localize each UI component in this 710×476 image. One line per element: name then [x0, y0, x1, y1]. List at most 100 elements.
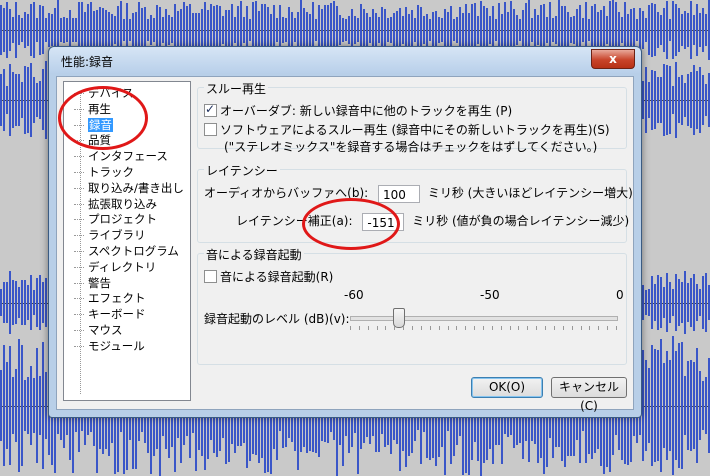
tree-item[interactable]: 録音 — [74, 117, 113, 132]
waveform-sample — [690, 359, 692, 452]
slider-tick — [509, 326, 511, 330]
waveform-sample — [426, 13, 428, 47]
overdub-checkbox[interactable] — [204, 102, 217, 117]
cancel-button[interactable]: キャンセル(C) — [551, 377, 627, 413]
waveform-sample — [21, 82, 23, 118]
waveform-sample — [438, 16, 440, 44]
waveform-sample — [21, 280, 23, 325]
waveform-sample — [654, 349, 656, 462]
slider-tick — [438, 326, 440, 330]
tree-item-label: スペクトログラム — [88, 244, 179, 258]
overdub-option[interactable]: オーバーダブ: 新しい録音中に他のトラックを再生 (P) — [204, 102, 512, 119]
waveform-sample — [702, 7, 704, 53]
waveform-sample — [129, 18, 131, 42]
tree-item[interactable]: トラック — [74, 165, 134, 179]
waveform-sample — [27, 376, 29, 435]
waveform-sample — [309, 13, 311, 47]
tree-item[interactable]: プロジェクト — [74, 212, 157, 226]
waveform-sample — [684, 83, 686, 117]
sound-activated-option[interactable]: 音による録音起動(R) — [204, 268, 333, 285]
tree-item[interactable]: 取り込み/書き出し — [74, 181, 184, 195]
dialog-titlebar[interactable]: 性能:録音 x — [49, 47, 641, 73]
waveform-sample — [342, 17, 344, 43]
tree-item[interactable]: 拡張取り込み — [74, 196, 157, 211]
waveform-sample — [294, 17, 296, 43]
tree-item[interactable]: モジュール — [74, 339, 145, 353]
scale-label-mid: -50 — [480, 288, 500, 302]
tree-item[interactable]: マウス — [74, 323, 123, 337]
level-slider-thumb[interactable] — [392, 308, 405, 328]
category-tree[interactable]: デバイス 再生 録音 品質インタフェース トラック取り込み/書き出し 拡張取り込み プロジェ… — [63, 81, 191, 401]
waveform-sample — [42, 5, 44, 55]
waveform-sample — [150, 14, 152, 46]
tree-item[interactable]: インタフェース — [74, 149, 168, 163]
tree-item[interactable]: キーボード — [74, 307, 146, 322]
tree-item-label: キーボード — [88, 307, 146, 322]
waveform-sample — [147, 19, 149, 41]
tree-item[interactable]: 警告 — [74, 276, 111, 290]
waveform-sample — [660, 338, 662, 473]
waveform-sample — [45, 372, 47, 439]
waveform-sample — [285, 18, 287, 42]
correction-label: レイテンシー補正(a): — [236, 214, 353, 228]
waveform-sample — [654, 4, 656, 56]
waveform-sample — [201, 9, 203, 51]
tree-item-label: 再生 — [88, 101, 111, 116]
software-playthrough-option[interactable]: ソフトウェアによるスルー再生 (録音中にその新しいトラックを再生)(S) — [204, 121, 610, 138]
tree-item[interactable]: デバイス — [74, 86, 134, 100]
waveform-sample — [258, 10, 260, 50]
buffer-input[interactable]: 100 — [378, 184, 421, 203]
waveform-sample — [39, 5, 41, 55]
waveform-sample — [645, 18, 647, 42]
waveform-sample — [306, 12, 308, 48]
tree-item[interactable]: ディレクトリ — [73, 260, 156, 274]
waveform-sample — [435, 11, 437, 49]
waveform-sample — [372, 8, 374, 52]
waveform-sample — [675, 274, 677, 331]
slider-tick — [545, 326, 547, 330]
sound-activated-checkbox[interactable] — [204, 270, 217, 283]
level-label: 録音起動のレベル (dB)(v): — [204, 312, 350, 326]
tree-item[interactable]: 品質 — [74, 133, 111, 147]
waveform-sample — [39, 80, 41, 119]
waveform-sample — [645, 67, 647, 133]
tree-item-label: 録音 — [88, 117, 113, 132]
waveform-sample — [75, 17, 77, 43]
close-button[interactable]: x — [591, 49, 635, 69]
buffer-label: オーディオからバッファへ(b): — [204, 186, 369, 200]
tree-item-label: ライブラリ — [88, 228, 146, 243]
correction-row: レイテンシー補正(a): -151 ミリ秒 (値が負の場合レイテンシー減少) — [236, 212, 629, 231]
waveform-sample — [654, 71, 656, 129]
waveform-sample — [657, 12, 659, 48]
software-playthrough-checkbox[interactable] — [204, 123, 217, 136]
waveform-sample — [699, 288, 701, 317]
waveform-sample — [651, 275, 653, 330]
waveform-sample — [681, 281, 683, 324]
correction-input[interactable]: -151 — [362, 212, 405, 231]
waveform-sample — [678, 8, 680, 52]
tree-item[interactable]: スペクトログラム — [74, 244, 179, 258]
settings-panel: スルー再生 オーバーダブ: 新しい録音中に他のトラックを再生 (P) ソフトウェ… — [195, 77, 633, 413]
tree-item[interactable]: 再生 — [74, 101, 111, 116]
buffer-unit: ミリ秒 (大きいほどレイテンシー増大) — [427, 186, 633, 200]
waveform-sample — [3, 68, 5, 132]
tree-item-label: マウス — [88, 323, 123, 337]
waveform-sample — [387, 18, 389, 42]
tree-item-label: 拡張取り込み — [88, 196, 157, 211]
waveform-sample — [651, 2, 653, 58]
level-slider-track[interactable] — [350, 316, 618, 321]
slider-tick — [465, 326, 467, 330]
waveform-sample — [24, 379, 26, 431]
waveform-sample — [9, 64, 11, 136]
tree-item[interactable]: エフェクト — [74, 291, 146, 305]
waveform-sample — [48, 13, 50, 47]
tree-item[interactable]: ライブラリ — [74, 228, 146, 243]
waveform-sample — [30, 62, 32, 138]
waveform-sample — [12, 17, 14, 43]
slider-tick — [598, 326, 600, 330]
slider-tick — [491, 326, 493, 330]
waveform-sample — [0, 5, 2, 55]
ok-button[interactable]: OK(O) — [471, 377, 543, 398]
waveform-sample — [384, 9, 386, 51]
waveform-sample — [378, 17, 380, 43]
